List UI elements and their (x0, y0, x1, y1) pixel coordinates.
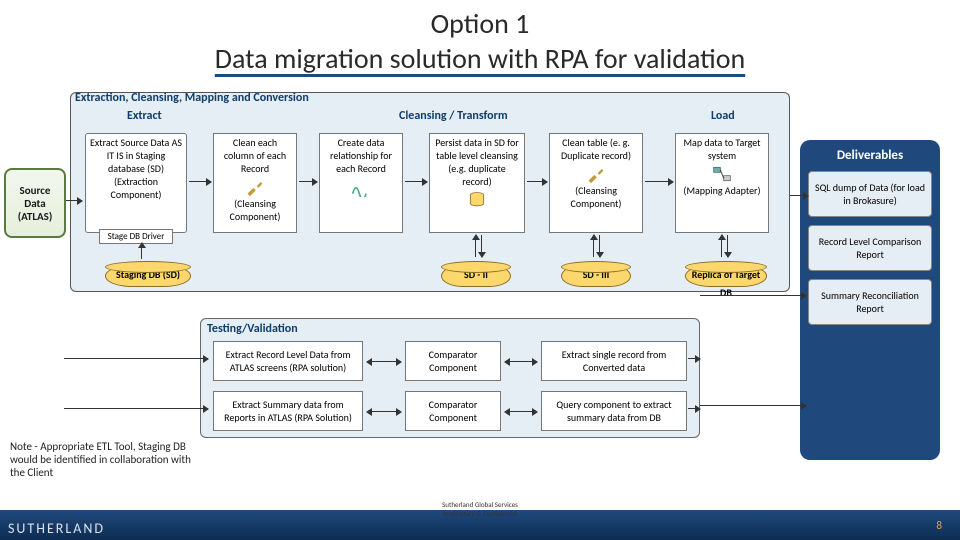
clean-table-text: Clean table (e. g. Duplicate record) (553, 136, 639, 162)
arrow-icon (405, 181, 427, 182)
persist-box: Persist data in SD for table level clean… (429, 133, 525, 233)
arrow-icon (481, 235, 482, 257)
deliverable-record-report: Record Level Comparison Report (808, 225, 932, 271)
arrow-icon (189, 181, 211, 182)
footer-line1: Sutherland Global Services (442, 500, 518, 509)
etl-container: Extraction, Cleansing, Mapping and Conve… (70, 92, 790, 292)
arrow-icon (700, 295, 806, 296)
sd2-cyl: SD - II (441, 265, 511, 287)
tv-extract-record: Extract Record Level Data from ATLAS scr… (213, 341, 363, 381)
deliverables-panel: Deliverables SQL dump of Data (for load … (800, 140, 940, 460)
etl-header: Extraction, Cleansing, Mapping and Conve… (75, 91, 309, 105)
arrow-icon (475, 235, 476, 257)
phase-load: Load (711, 109, 735, 123)
arrow-icon (64, 408, 208, 409)
arrow-icon (688, 408, 700, 409)
arrow-icon (593, 235, 594, 257)
relationship-icon (349, 177, 373, 197)
deliverable-summary-report: Summary Reconciliation Report (808, 279, 932, 325)
stage-db-driver: Stage DB Driver (99, 229, 173, 244)
arrow-icon (64, 358, 208, 359)
arrow-icon (505, 361, 537, 362)
persist-text: Persist data in SD for table level clean… (433, 136, 521, 188)
deliverable-3-text: Summary Reconciliation Report (813, 289, 927, 315)
arrow-icon (688, 358, 700, 359)
arrow-icon (299, 181, 317, 182)
tv-extract-single: Extract single record from Converted dat… (541, 341, 687, 381)
tv-comparator-2: Comparator Component (405, 391, 501, 431)
tv-extract-summary: Extract Summary data from Reports in ATL… (213, 391, 363, 431)
arrow-icon (141, 243, 142, 259)
page-number: 8 (936, 519, 942, 532)
sd3-cyl: SD - III (561, 265, 631, 287)
footer-logo: SUTHERLAND (8, 520, 105, 537)
staging-db-cyl: Staging DB (SD) (105, 265, 191, 287)
arrow-icon (367, 361, 401, 362)
clean-column-sub: (Cleansing Component) (217, 197, 293, 223)
title-line1: Option 1 (0, 0, 960, 41)
replica-cyl: Replica of Target DB (685, 265, 767, 287)
map-data-box: Map data to Target system (Mapping Adapt… (675, 133, 769, 233)
map-data-text: Map data to Target system (679, 136, 765, 162)
arrow-icon (727, 235, 728, 257)
clean-table-box: Clean table (e. g. Duplicate record) (Cl… (549, 133, 643, 233)
create-relationship-text: Create data relationship for each Record (323, 136, 399, 175)
arrow-icon (645, 181, 673, 182)
tv-comparator-1: Comparator Component (405, 341, 501, 381)
arrow-icon (527, 181, 547, 182)
arrow-icon (700, 405, 806, 406)
note-text: Note - Appropriate ETL Tool, Staging DB … (10, 440, 200, 479)
create-relationship-box: Create data relationship for each Record (319, 133, 403, 233)
deliverables-title: Deliverables (806, 148, 934, 163)
clean-column-text: Clean each column of each Record (217, 136, 293, 175)
deliverable-2-text: Record Level Comparison Report (813, 235, 927, 261)
mapping-icon (710, 164, 734, 184)
tv-query-component: Query component to extract summary data … (541, 391, 687, 431)
arrow-icon (599, 235, 600, 257)
extract-box-text: Extract Source Data AS IT IS in Staging … (89, 136, 183, 201)
arrow-icon (505, 411, 537, 412)
phase-extract: Extract (127, 109, 162, 123)
clean-column-box: Clean each column of each Record (Cleans… (213, 133, 297, 233)
deliverable-1-text: SQL dump of Data (for load in Brokasure) (813, 181, 927, 207)
testing-header: Testing/Validation (207, 322, 298, 336)
arrow-icon (66, 200, 82, 201)
arrow-icon (367, 411, 401, 412)
arrow-icon (721, 235, 722, 257)
clean-table-sub: (Cleansing Component) (553, 184, 639, 210)
database-icon (465, 190, 489, 210)
footer-line2: Proprietary & Confidential (442, 509, 518, 518)
source-data-box: Source Data (ATLAS) (4, 168, 66, 238)
phase-transform: Cleansing / Transform (399, 109, 508, 123)
broom-icon (584, 164, 608, 184)
arrow-icon (790, 195, 808, 196)
broom-icon (243, 177, 267, 197)
footer-confidential: Sutherland Global Services Proprietary &… (442, 500, 518, 518)
deliverable-sql-dump: SQL dump of Data (for load in Brokasure) (808, 171, 932, 217)
map-data-sub: (Mapping Adapter) (683, 184, 760, 197)
title-line2: Data migration solution with RPA for val… (0, 41, 960, 76)
testing-validation-container: Testing/Validation Extract Record Level … (200, 318, 700, 438)
extract-box: Extract Source Data AS IT IS in Staging … (85, 133, 187, 233)
